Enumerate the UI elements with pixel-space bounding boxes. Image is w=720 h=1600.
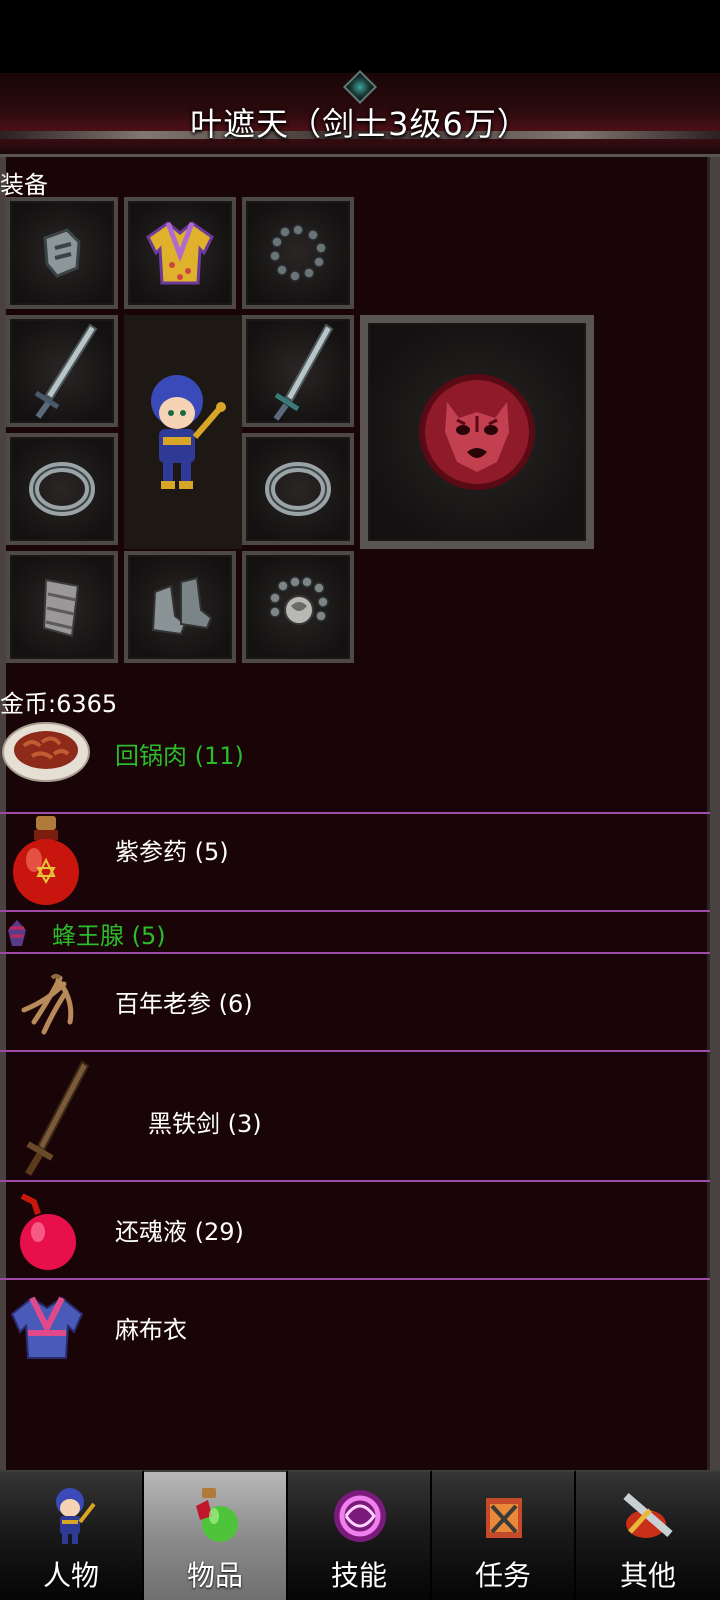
equip-slot-robe[interactable] bbox=[124, 197, 236, 309]
bee-gland-icon bbox=[8, 920, 26, 946]
item-row[interactable]: 百年老参 (6) bbox=[0, 954, 710, 1052]
item-name: 百年老参 (6) bbox=[115, 990, 253, 1018]
tab-label: 技能 bbox=[330, 1559, 387, 1592]
equip-slot-necklace[interactable] bbox=[242, 197, 354, 309]
other-icon bbox=[623, 1492, 673, 1538]
item-name: 还魂液 (29) bbox=[115, 1218, 244, 1246]
item-name: 麻布衣 bbox=[115, 1316, 187, 1344]
tiger-medallion-icon bbox=[419, 374, 535, 490]
item-row[interactable]: 紫参药 (5) bbox=[0, 814, 710, 912]
item-name: 回锅肉 (11) bbox=[115, 742, 244, 770]
badge-slot[interactable] bbox=[360, 315, 594, 549]
equip-slot-bracer[interactable] bbox=[6, 551, 118, 663]
character-preview bbox=[124, 315, 242, 549]
cloth-robe-icon bbox=[10, 1296, 84, 1359]
items-icon bbox=[196, 1488, 238, 1542]
ring-icon bbox=[29, 462, 95, 516]
red-potion-icon bbox=[13, 816, 79, 905]
equip-slot-boots[interactable] bbox=[124, 551, 236, 663]
item-row[interactable]: 黑铁剑 (3) bbox=[0, 1052, 710, 1182]
sword-icon bbox=[273, 323, 334, 421]
swordsman-avatar-icon bbox=[151, 375, 226, 489]
equip-slot-armguard[interactable] bbox=[6, 197, 118, 309]
item-row[interactable]: 麻布衣 bbox=[0, 1280, 710, 1380]
skills-icon bbox=[334, 1490, 386, 1542]
equip-slot-bead-necklace[interactable] bbox=[242, 551, 354, 663]
tab-character[interactable]: 人物 bbox=[0, 1470, 144, 1600]
armguard-icon bbox=[43, 228, 81, 278]
ginseng-icon bbox=[21, 974, 74, 1035]
header: 叶遮天（剑士3级6万） bbox=[0, 70, 720, 157]
equip-slot-weapon-left[interactable] bbox=[6, 315, 118, 427]
status-bar bbox=[0, 0, 720, 73]
tab-label: 人物 bbox=[42, 1559, 99, 1592]
item-row[interactable]: 回锅肉 (11) bbox=[0, 710, 710, 814]
tab-label: 任务 bbox=[474, 1559, 531, 1592]
item-row[interactable]: 蜂王腺 (5) bbox=[0, 912, 710, 954]
bottom-tab-bar: 人物 物品 技能 任务 其他 bbox=[0, 1470, 720, 1600]
page-title: 叶遮天（剑士3级6万） bbox=[190, 105, 530, 143]
tab-label: 其他 bbox=[619, 1559, 676, 1592]
tab-label: 物品 bbox=[186, 1559, 243, 1592]
equip-slot-weapon-right[interactable] bbox=[242, 315, 354, 427]
pink-potion-icon bbox=[20, 1194, 76, 1270]
iron-sword-icon bbox=[24, 1060, 90, 1176]
character-icon bbox=[56, 1488, 96, 1544]
item-name: 黑铁剑 (3) bbox=[148, 1110, 262, 1138]
bracer-icon bbox=[42, 578, 80, 638]
equipment-label: 装备 bbox=[0, 171, 48, 199]
ring-icon bbox=[265, 462, 331, 516]
item-name: 紫参药 (5) bbox=[115, 838, 229, 866]
bead-necklace-icon bbox=[269, 576, 329, 625]
equip-slot-ring-left[interactable] bbox=[6, 433, 118, 545]
sword-icon bbox=[34, 323, 98, 419]
boots-icon bbox=[151, 576, 213, 636]
tab-skills[interactable]: 技能 bbox=[288, 1470, 432, 1600]
equip-slot-ring-right[interactable] bbox=[242, 433, 354, 545]
necklace-icon bbox=[269, 224, 327, 282]
tab-other[interactable]: 其他 bbox=[576, 1470, 720, 1600]
robe-icon bbox=[146, 221, 214, 285]
tab-quests[interactable]: 任务 bbox=[432, 1470, 576, 1600]
tab-items[interactable]: 物品 bbox=[144, 1470, 288, 1600]
item-row[interactable]: 还魂液 (29) bbox=[0, 1182, 710, 1280]
meat-dish-icon bbox=[2, 722, 90, 782]
item-name: 蜂王腺 (5) bbox=[52, 922, 166, 950]
quests-icon bbox=[486, 1498, 522, 1538]
